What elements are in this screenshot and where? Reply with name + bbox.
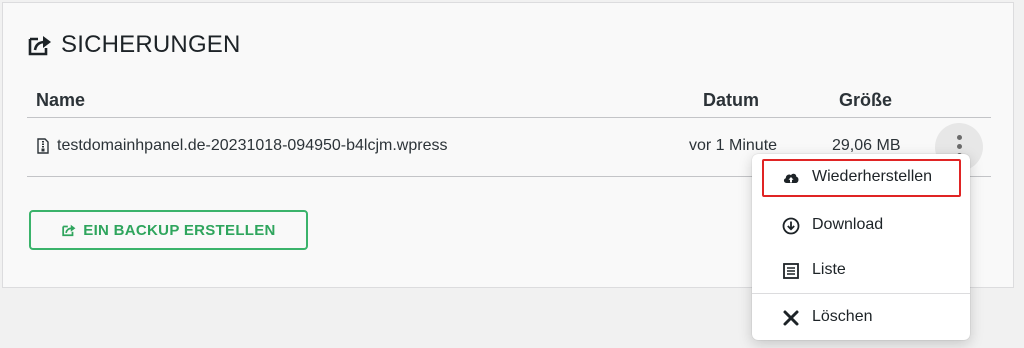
table-header: Name Datum Größe: [27, 87, 991, 118]
share-export-icon: [62, 224, 76, 237]
menu-item-download[interactable]: Download: [762, 207, 961, 245]
menu-divider: [752, 293, 970, 294]
menu-item-download-label: Download: [812, 216, 884, 233]
menu-item-restore[interactable]: Wiederherstellen: [762, 159, 961, 197]
column-header-name: Name: [36, 90, 86, 110]
download-circle-icon: [782, 217, 800, 235]
backup-file-name: testdomainhpanel.de-20231018-094950-b4lc…: [57, 137, 448, 154]
section-title: SICHERUNGEN: [27, 31, 241, 59]
file-archive-icon: [37, 138, 49, 154]
menu-item-list[interactable]: Liste: [762, 252, 961, 290]
menu-item-restore-label: Wiederherstellen: [812, 168, 933, 185]
column-header-size: Größe: [839, 90, 893, 110]
close-icon: [783, 310, 799, 326]
menu-item-delete[interactable]: Löschen: [762, 299, 961, 337]
menu-item-list-label: Liste: [812, 261, 846, 278]
backup-file-date: vor 1 Minute: [689, 137, 778, 154]
list-icon: [783, 263, 799, 279]
section-title-text: SICHERUNGEN: [61, 31, 241, 58]
actions-dropdown-menu: Wiederherstellen Download Liste Löschen: [752, 154, 970, 340]
create-backup-button[interactable]: EIN BACKUP ERSTELLEN: [29, 210, 308, 250]
backup-file-size: 29,06 MB: [832, 137, 901, 154]
create-backup-label: EIN BACKUP ERSTELLEN: [83, 221, 276, 239]
column-header-date: Datum: [703, 90, 760, 110]
cloud-upload-icon: [783, 173, 799, 183]
menu-item-delete-label: Löschen: [812, 308, 873, 325]
share-export-icon: [28, 36, 51, 56]
